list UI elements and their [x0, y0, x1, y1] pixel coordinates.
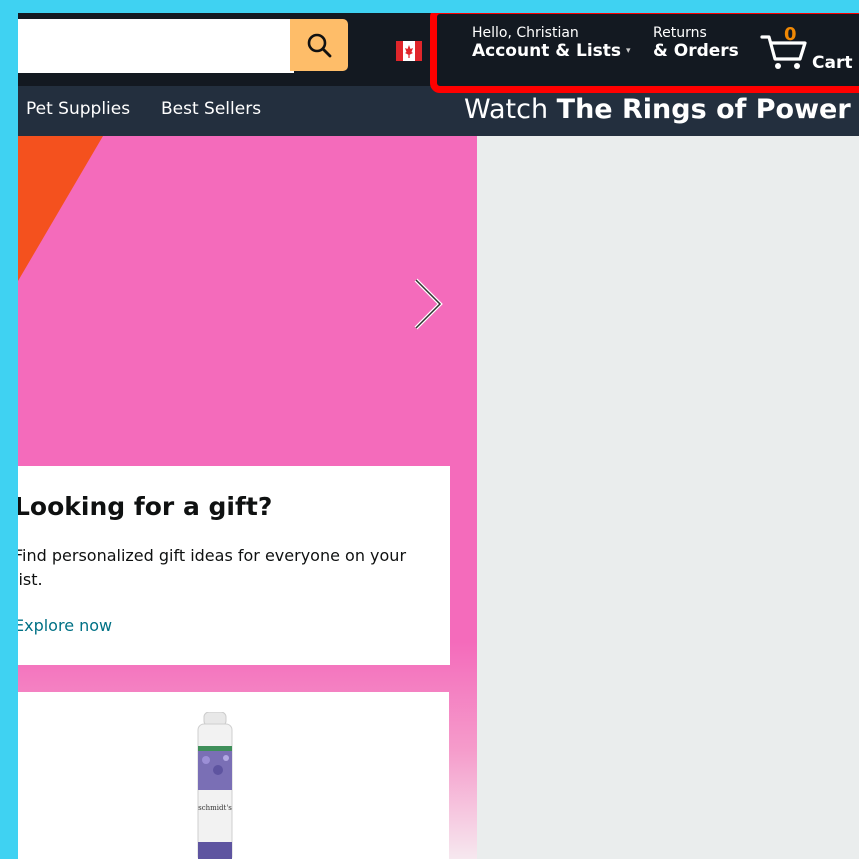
canada-flag-icon[interactable]	[396, 41, 422, 61]
search-input[interactable]	[18, 19, 294, 73]
rings-of-power-promo[interactable]: Watch The Rings of Power	[464, 94, 851, 125]
promo-prefix: Watch	[464, 94, 557, 125]
cart-count: 0	[784, 24, 797, 45]
explore-now-link[interactable]: Explore now	[18, 616, 112, 635]
orders-label: & Orders	[653, 41, 739, 61]
returns-and-orders-link[interactable]: Returns & Orders	[653, 25, 739, 61]
gift-card: Looking for a gift? Find personalized gi…	[18, 466, 450, 665]
chevron-right-icon[interactable]	[410, 276, 446, 332]
nav-item-pet-supplies[interactable]: Pet Supplies	[26, 99, 130, 119]
search-icon	[307, 33, 332, 58]
gift-card-title: Looking for a gift?	[18, 492, 273, 521]
returns-label: Returns	[653, 25, 707, 41]
cart-button[interactable]: 0 Cart	[760, 24, 859, 75]
gift-card-description: Find personalized gift ideas for everyon…	[18, 546, 407, 589]
top-header: Hello, Christian Account & Lists ▾ Return…	[18, 13, 859, 86]
caret-down-icon: ▾	[626, 46, 631, 56]
hero-carousel: Looking for a gift? Find personalized gi…	[18, 136, 477, 859]
hero-orange-shape	[18, 136, 103, 281]
promo-title: The Rings of Power	[556, 94, 851, 125]
product-brand-text: schmidt's	[198, 804, 232, 812]
nav-item-best-sellers[interactable]: Best Sellers	[161, 99, 261, 119]
account-and-lists-menu[interactable]: Hello, Christian Account & Lists ▾	[472, 25, 631, 61]
cart-label: Cart	[812, 53, 853, 73]
product-card[interactable]: schmidt's	[18, 692, 449, 859]
browser-viewport: Hello, Christian Account & Lists ▾ Return…	[18, 13, 859, 859]
account-lists-label: Account & Lists	[472, 41, 622, 61]
search-button[interactable]	[290, 19, 348, 71]
nav-bar: Pet Supplies Best Sellers Watch The Ring…	[18, 86, 859, 136]
account-greeting: Hello, Christian	[472, 25, 579, 41]
deodorant-product-image: schmidt's	[197, 712, 233, 859]
